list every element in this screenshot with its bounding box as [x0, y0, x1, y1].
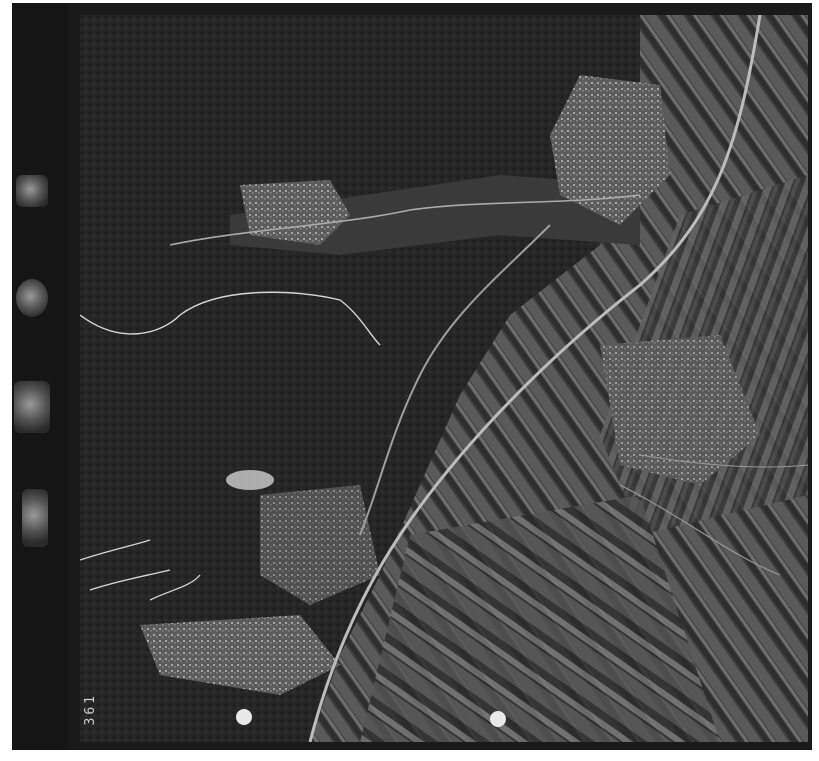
aerial-photo-svg [80, 15, 808, 742]
fiducial-mark-left [236, 709, 252, 725]
quarry-patch [226, 470, 274, 490]
altimeter-gauge [16, 175, 48, 207]
fiducial-mark-right [490, 711, 506, 727]
counter-gauge [22, 489, 48, 547]
clock-gauge [16, 279, 48, 317]
aerial-photograph [80, 15, 808, 742]
frame-number-label: 361 [83, 693, 98, 726]
film-edge-strip [12, 3, 68, 750]
level-gauge [14, 381, 50, 433]
film-frame: 361 [12, 3, 812, 750]
